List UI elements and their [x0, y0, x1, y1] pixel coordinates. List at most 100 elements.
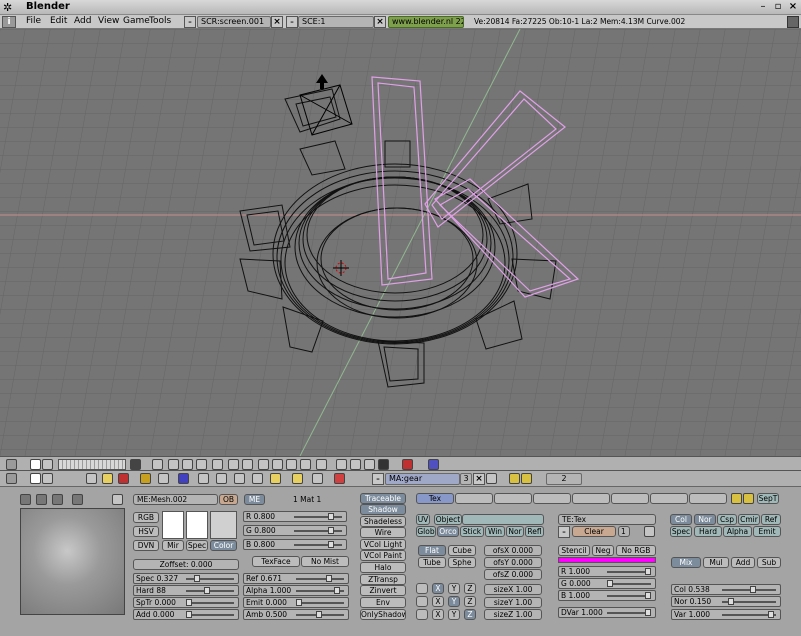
proj-z3[interactable]: Z [464, 609, 476, 620]
window-type-icon-2[interactable] [6, 473, 17, 484]
proj-x6[interactable]: X [432, 609, 444, 620]
shadeless-button[interactable]: Shadeless [360, 516, 406, 527]
scene-delete-button[interactable]: × [374, 16, 386, 28]
color-swatch-spec[interactable] [186, 511, 208, 539]
auto-name-icon[interactable] [486, 473, 497, 484]
layer-buttons[interactable] [58, 459, 126, 470]
mapto-csp-button[interactable]: Csp [717, 514, 737, 525]
stencil-button[interactable]: Stencil [558, 545, 590, 556]
radiosity-icon[interactable] [292, 473, 303, 484]
close-icon[interactable]: × [787, 1, 799, 13]
nor-factor-slider[interactable]: Nor 0.150 [671, 596, 781, 607]
tube-button[interactable]: Tube [418, 557, 446, 568]
menu-file[interactable]: File [26, 16, 41, 27]
blend-mix-button[interactable]: Mix [671, 557, 701, 568]
draw-mode-icon[interactable] [258, 459, 269, 470]
view-type-icon[interactable] [6, 459, 17, 470]
paint-icon[interactable] [336, 459, 347, 470]
window-menu-icon[interactable]: ✲ [3, 1, 12, 14]
render-buttons-icon[interactable] [312, 473, 323, 484]
neg-button[interactable]: Neg [592, 545, 614, 556]
scene-name-field[interactable]: SCE:1 [298, 16, 374, 28]
material-browse-button[interactable]: – [372, 473, 384, 485]
lamp-buttons-icon[interactable] [102, 473, 113, 484]
flat-button[interactable]: Flat [418, 545, 446, 556]
spec-slider[interactable]: Spec 0.327 [133, 573, 239, 584]
sphe-button[interactable]: Sphe [448, 557, 476, 568]
norgb-button[interactable]: No RGB [616, 545, 656, 556]
lock-icon[interactable] [130, 459, 141, 470]
ob-button[interactable]: OB [219, 494, 238, 505]
paint-buttons-icon[interactable] [216, 473, 227, 484]
mapto-spec-button[interactable]: Spec [670, 526, 692, 537]
col-factor-slider[interactable]: Col 0.538 [671, 584, 781, 595]
preview-plane-icon[interactable] [20, 494, 31, 505]
ztransp-button[interactable]: ZTransp [360, 574, 406, 585]
render-icon[interactable] [378, 459, 389, 470]
proj-x4[interactable]: X [432, 596, 444, 607]
te-name-field[interactable]: TE:Tex [558, 514, 656, 525]
ofsy-field[interactable]: ofsY 0.000 [484, 557, 542, 568]
stick-button[interactable]: Stick [460, 526, 484, 537]
view-icon-1[interactable] [152, 459, 163, 470]
te-clear-button[interactable]: Clear [572, 526, 616, 537]
tex-channel-7[interactable] [650, 493, 688, 504]
te-browse-button[interactable]: – [558, 526, 570, 538]
zoffset-field[interactable]: Zoffset: 0.000 [133, 559, 239, 570]
window-type-icon[interactable]: i [2, 16, 16, 28]
texture-paint-icon[interactable] [364, 459, 375, 470]
proj-x2[interactable]: X [432, 583, 444, 594]
win-button[interactable]: Win [485, 526, 505, 537]
color-swatch-color[interactable] [210, 511, 237, 539]
sptr-slider[interactable]: SpTr 0.000 [133, 597, 239, 608]
snap-icon[interactable] [286, 459, 297, 470]
tex-channel-1[interactable]: Tex [416, 493, 454, 504]
proj-y1[interactable]: Y [448, 583, 460, 594]
scene-browse-button[interactable]: – [286, 16, 298, 28]
hsv-button[interactable]: HSV [133, 526, 159, 537]
menu-add[interactable]: Add [74, 16, 91, 27]
wire-button[interactable]: Wire [360, 527, 406, 538]
traceable-button[interactable]: Traceable [360, 493, 406, 504]
menu-tools[interactable]: Tools [149, 16, 171, 27]
rgb-button[interactable]: RGB [133, 512, 159, 523]
view-buttons-icon[interactable] [86, 473, 97, 484]
menu-view[interactable]: View [98, 16, 119, 27]
menu-edit[interactable]: Edit [50, 16, 67, 27]
dvn-button[interactable]: DVN [133, 540, 159, 551]
te-users-field[interactable]: 1 [618, 526, 630, 537]
preview-cube-icon[interactable] [52, 494, 63, 505]
mapto-alpha-button[interactable]: Alpha [723, 526, 752, 537]
proj-y2[interactable]: Y [448, 596, 460, 607]
view-icon-3[interactable] [182, 459, 193, 470]
object-name-field[interactable] [462, 514, 544, 525]
proj-x3[interactable] [416, 596, 428, 607]
g-slider[interactable]: G 0.800 [243, 525, 347, 536]
te-g-slider[interactable]: G 0.000 [558, 578, 656, 589]
onlyshadow-button[interactable]: OnlyShadow [360, 609, 406, 620]
anim-buttons-icon[interactable] [158, 473, 169, 484]
zoom-view-icon[interactable] [242, 459, 253, 470]
view-icon-4[interactable] [196, 459, 207, 470]
minimize-icon[interactable]: – [757, 1, 769, 13]
home-icon-2[interactable] [42, 473, 53, 484]
object-button[interactable]: Object [434, 514, 462, 525]
move-view-icon[interactable] [228, 459, 239, 470]
hard-slider[interactable]: Hard 88 [133, 585, 239, 596]
tex-channel-8[interactable] [689, 493, 727, 504]
sizey-field[interactable]: sizeY 1.00 [484, 597, 542, 608]
home-icon[interactable] [42, 459, 53, 470]
page-field[interactable]: 2 [546, 473, 582, 485]
screen-name-field[interactable]: SCR:screen.001 [197, 16, 271, 28]
add-slider[interactable]: Add 0.000 [133, 609, 239, 620]
render-preview-icon[interactable] [402, 459, 413, 470]
color-button[interactable]: Color [210, 540, 237, 551]
preview-refresh-icon[interactable] [112, 494, 123, 505]
material-delete-button[interactable]: × [473, 473, 485, 485]
material-name-field[interactable]: MA:gear [385, 473, 460, 485]
tex-channel-4[interactable] [533, 493, 571, 504]
paste-icon[interactable] [521, 473, 532, 484]
zinvert-button[interactable]: Zinvert [360, 585, 406, 596]
preview-icon[interactable] [334, 473, 345, 484]
color-swatch-mir[interactable] [162, 511, 184, 539]
